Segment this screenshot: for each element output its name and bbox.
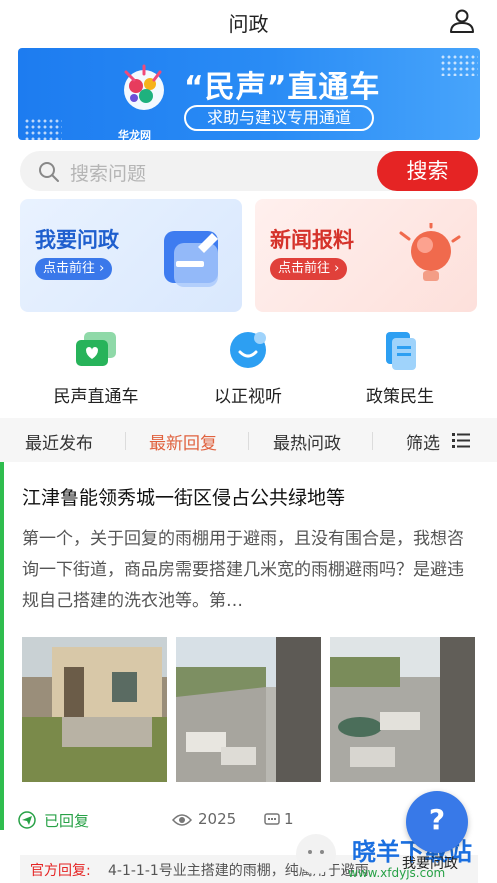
- brand-name: 华龙网: [118, 129, 151, 140]
- banner-headline: “民声”直通车: [184, 70, 381, 105]
- post-photo[interactable]: [330, 637, 475, 782]
- filter-list-icon[interactable]: [452, 433, 470, 448]
- paper-plane-icon: [18, 811, 36, 829]
- card-title: 新闻报料: [270, 228, 354, 252]
- face-bubble-icon: [230, 332, 266, 368]
- search-button[interactable]: 搜索: [377, 151, 478, 191]
- question-icon: ?: [428, 803, 446, 836]
- post-title[interactable]: 江津鲁能领秀城一街区侵占公共绿地等: [22, 483, 345, 510]
- top-bar: 问政: [0, 0, 497, 42]
- accent-bar: [0, 462, 4, 830]
- banner-subtitle: 求助与建议专用通道: [184, 105, 374, 131]
- user-icon[interactable]: [449, 8, 475, 34]
- post-photo[interactable]: [22, 637, 167, 782]
- quick-link-label: 民声直通车: [53, 387, 139, 407]
- quick-link-rumor-check[interactable]: 以正视听: [178, 330, 318, 410]
- quick-link-policy[interactable]: 政策民生: [330, 330, 470, 410]
- edit-document-icon: [164, 231, 218, 287]
- fab-label[interactable]: 我要问政: [402, 853, 458, 873]
- news-tip-card[interactable]: 新闻报料 点击前往 ›: [255, 199, 477, 312]
- divider: [372, 432, 373, 450]
- chat-bubbles-icon: [76, 332, 116, 366]
- status-badge: 已回复: [44, 812, 90, 830]
- view-count: 2025: [198, 810, 237, 828]
- filter-bar: 最近发布 最新回复 最热问政 筛选: [0, 418, 497, 462]
- go-button[interactable]: 点击前往 ›: [35, 258, 113, 280]
- eye-icon: [172, 814, 192, 826]
- divider: [125, 432, 126, 450]
- quick-link-label: 以正视听: [214, 387, 282, 407]
- decor-dots: [440, 54, 478, 76]
- search-input[interactable]: 搜索问题: [70, 159, 146, 186]
- post-body: 第一个，关于回复的雨棚用于避雨，且没有围合是，我想咨询一下街道，商品房需要搭建几…: [22, 529, 464, 611]
- tab-recent[interactable]: 最近发布: [25, 429, 93, 454]
- search-icon: [39, 162, 59, 182]
- document-icon: [386, 332, 416, 370]
- sheep-logo-icon: [296, 834, 336, 874]
- ask-question-fab[interactable]: ?: [406, 791, 468, 853]
- filter-button[interactable]: 筛选: [406, 429, 440, 454]
- divider: [248, 432, 249, 450]
- light-bulb-icon: [399, 223, 461, 281]
- ask-government-card[interactable]: 我要问政 点击前往 ›: [20, 199, 242, 312]
- comment-icon: [264, 813, 280, 825]
- quick-link-label: 政策民生: [366, 387, 434, 407]
- post-photo[interactable]: [176, 637, 321, 782]
- decor-dots: [24, 118, 62, 140]
- go-button[interactable]: 点击前往 ›: [270, 258, 348, 280]
- tab-hottest[interactable]: 最热问政: [273, 429, 341, 454]
- tab-latest-reply[interactable]: 最新回复: [149, 429, 217, 454]
- quick-link-direct-train[interactable]: 民声直通车: [26, 330, 166, 410]
- mascot-logo-icon: [124, 64, 164, 110]
- card-title: 我要问政: [35, 228, 119, 252]
- search-bar: 搜索问题 搜索: [20, 151, 478, 191]
- page-title: 问政: [228, 12, 269, 36]
- official-reply-label: 官方回复:: [30, 863, 91, 879]
- promo-banner[interactable]: 华龙网 “民声”直通车 求助与建议专用通道: [18, 48, 480, 140]
